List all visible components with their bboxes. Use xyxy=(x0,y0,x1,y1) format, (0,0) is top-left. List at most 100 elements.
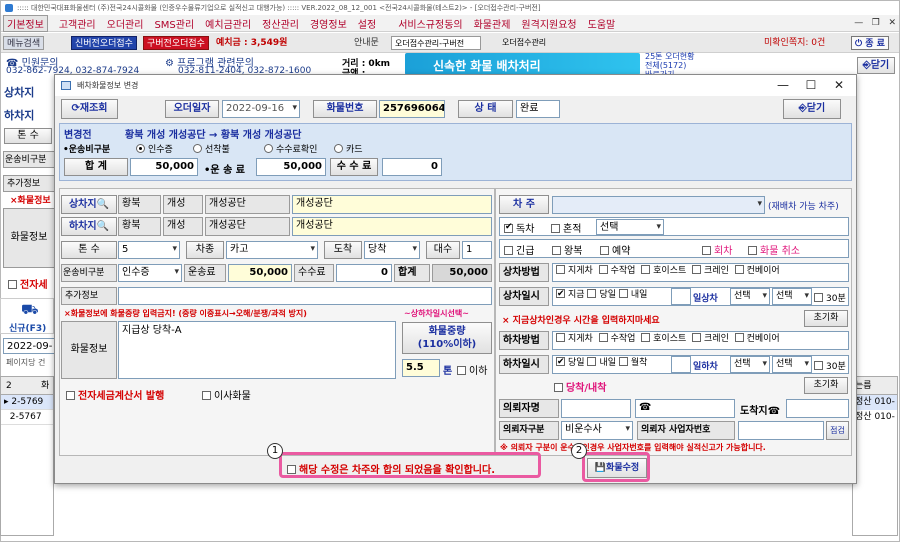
menu-help[interactable]: 도움말 xyxy=(588,16,616,31)
round-checkbox[interactable] xyxy=(552,246,561,255)
count-button[interactable]: 대수 xyxy=(426,241,460,259)
before-opt-receipt[interactable]: 인수증 xyxy=(136,142,173,155)
unload-30min-checkbox[interactable] xyxy=(814,361,823,370)
unload-conveyor-checkbox[interactable] xyxy=(734,333,744,342)
weight-input[interactable]: 5.5 xyxy=(402,359,440,377)
load-reset-button[interactable]: 초기화 xyxy=(804,310,848,327)
load-forklift-checkbox[interactable] xyxy=(556,265,565,274)
unload-30min[interactable]: 30분 xyxy=(814,359,846,372)
radio-fee[interactable] xyxy=(264,144,273,153)
unload-crane[interactable]: 크레인 xyxy=(692,333,729,344)
unload-reset-button[interactable]: 초기화 xyxy=(804,377,848,394)
main-close-button[interactable]: ⎆닫기 xyxy=(857,57,895,74)
radio-cod[interactable] xyxy=(193,144,202,153)
load-crane[interactable]: 크레인 xyxy=(692,265,729,276)
menu-settlement[interactable]: 정산관리 xyxy=(262,16,299,31)
req-type-select[interactable]: 비운수사 xyxy=(561,421,633,440)
load-today-checkbox[interactable] xyxy=(587,289,597,298)
load-forklift[interactable]: 지게차 xyxy=(556,265,593,276)
below-option[interactable]: 이하 xyxy=(457,362,487,377)
maximize-icon[interactable]: ☐ xyxy=(797,75,825,96)
tons-button[interactable]: 톤 수 xyxy=(61,241,117,259)
cancel-option[interactable]: 화물 취소 xyxy=(748,242,800,257)
load-manual[interactable]: 수작업 xyxy=(598,265,635,276)
unload-hoist-checkbox[interactable] xyxy=(641,333,651,342)
returncar-option[interactable]: 회차 xyxy=(702,242,732,257)
time-select-link[interactable]: ~상하차일시선택~ xyxy=(404,308,469,319)
returncar-checkbox[interactable] xyxy=(702,246,711,255)
unload-day-input[interactable] xyxy=(671,356,691,373)
reload-button[interactable]: ⟳재조회 xyxy=(61,99,118,119)
count-input[interactable]: 1 xyxy=(462,241,492,259)
carowner-select[interactable] xyxy=(552,196,765,214)
menu-cargo-control[interactable]: 화물관제 xyxy=(474,16,511,31)
extra-input[interactable] xyxy=(118,287,492,305)
unload-forklift[interactable]: 지게차 xyxy=(556,333,593,344)
table-row[interactable]: 정산 010- xyxy=(853,395,897,410)
load-conveyor-checkbox[interactable] xyxy=(734,265,744,274)
tax-invoice-checkbox[interactable] xyxy=(66,391,75,400)
load-minute-select[interactable]: 선택 xyxy=(772,288,812,305)
banner[interactable]: 신속한 화물 배차처리 xyxy=(405,53,640,75)
radio-receipt[interactable] xyxy=(136,144,145,153)
unload-hoist[interactable]: 호이스트 xyxy=(641,333,686,344)
fare-input[interactable]: 50,000 xyxy=(228,264,292,282)
load-tomorrow-checkbox[interactable] xyxy=(618,289,628,298)
menu-service-terms[interactable]: 서비스규정동의 xyxy=(398,16,462,31)
arrive-tel-input[interactable] xyxy=(786,399,849,418)
load-conveyor[interactable]: 컨베이어 xyxy=(734,265,780,276)
carowner-button[interactable]: 차 주 xyxy=(499,195,549,214)
unload-minute-select[interactable]: 선택 xyxy=(772,356,812,373)
unload-conveyor[interactable]: 컨베이어 xyxy=(734,333,780,344)
unload-today[interactable]: 당일 xyxy=(556,356,585,370)
before-opt-cod[interactable]: 선착불 xyxy=(193,142,230,155)
menu-orders[interactable]: 오더관리 xyxy=(107,16,144,31)
menu-settings[interactable]: 설정 xyxy=(358,16,376,31)
unload-monday[interactable]: 월착 xyxy=(618,357,647,368)
load-30min[interactable]: 30분 xyxy=(814,291,846,304)
table-row[interactable]: ▸ 2-5769 xyxy=(1,395,53,410)
menu-remote-support[interactable]: 원격지원요청 xyxy=(521,16,576,31)
load-hoist[interactable]: 호이스트 xyxy=(641,265,686,276)
bg-tax-checkbox[interactable] xyxy=(8,280,17,289)
cancel-checkbox[interactable] xyxy=(748,246,757,255)
requester-phone-input[interactable]: ☎ xyxy=(635,399,735,418)
arrive-select[interactable]: 당착 xyxy=(364,241,420,259)
solo-option[interactable]: 독차 xyxy=(504,220,534,235)
sangcha-button[interactable]: 상차지🔍 xyxy=(61,195,117,214)
below-checkbox[interactable] xyxy=(457,366,466,375)
menu-search-button[interactable]: 메뉴검색 xyxy=(3,36,45,50)
transport-select[interactable]: 인수증 xyxy=(118,264,182,282)
cargo-no-field[interactable]: 257696064 xyxy=(379,100,445,118)
menu-management[interactable]: 경영정보 xyxy=(310,16,347,31)
moving-checkbox[interactable] xyxy=(202,391,211,400)
car-type-button[interactable]: 차종 xyxy=(186,241,224,259)
mixed-checkbox[interactable] xyxy=(551,224,560,233)
tons-select[interactable]: 5 xyxy=(118,241,180,259)
cargo-textarea[interactable]: 지급상 당착-A xyxy=(118,321,396,379)
unload-hour-select[interactable]: 선택 xyxy=(730,356,770,373)
unload-manual-checkbox[interactable] xyxy=(598,333,608,342)
radio-card[interactable] xyxy=(334,144,343,153)
round-option[interactable]: 왕복 xyxy=(552,242,582,257)
load-manual-checkbox[interactable] xyxy=(598,265,608,274)
guide-tab[interactable]: 안내문 xyxy=(351,36,382,50)
close-icon[interactable]: ✕ xyxy=(825,75,853,96)
fee-input[interactable]: 0 xyxy=(336,264,392,282)
tax-invoice-option[interactable]: 전자세금계산서 발행 xyxy=(66,387,164,402)
load-today[interactable]: 당일 xyxy=(587,289,616,300)
menu-basic-info[interactable]: 기본정보 xyxy=(3,14,48,32)
unload-monday-checkbox[interactable] xyxy=(618,357,628,366)
load-now[interactable]: 지금 xyxy=(556,288,585,302)
urgent-checkbox[interactable] xyxy=(504,246,513,255)
reserve-checkbox[interactable] xyxy=(600,246,609,255)
load-now-checkbox[interactable] xyxy=(556,288,565,302)
unload-tomorrow[interactable]: 내일 xyxy=(587,357,616,368)
load-day-input[interactable] xyxy=(671,288,691,305)
table-row[interactable]: 2-5767 xyxy=(1,410,53,425)
bg-tons-button[interactable]: 톤 수 xyxy=(4,128,52,144)
weight-button[interactable]: 화물중량 (110%이하) xyxy=(402,322,492,354)
new-order-button[interactable]: 신버전오더접수 xyxy=(71,36,137,50)
reserve-option[interactable]: 예약 xyxy=(600,242,630,257)
old-order-button[interactable]: 구버전오더접수 xyxy=(143,36,209,50)
